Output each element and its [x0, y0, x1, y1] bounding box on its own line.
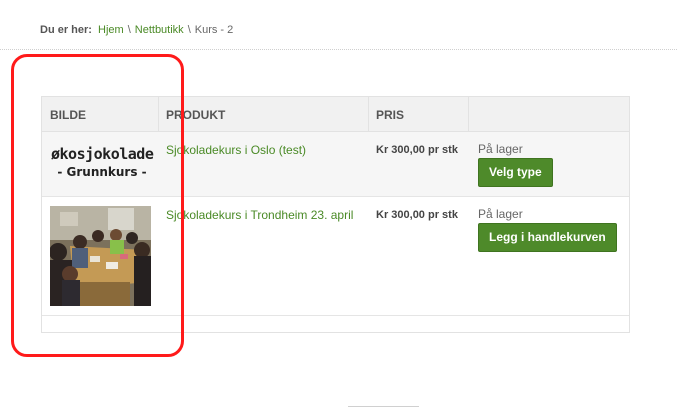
breadcrumb: Du er her: Hjem \ Nettbutikk \ Kurs - 2 [40, 24, 233, 36]
add-to-cart-button[interactable]: Legg i handlekurven [478, 223, 617, 252]
column-header-price: PRIS [376, 108, 405, 122]
choose-type-button[interactable]: Velg type [478, 158, 553, 187]
breadcrumb-link-home[interactable]: Hjem [98, 24, 124, 36]
breadcrumb-link-shop[interactable]: Nettbutikk [135, 24, 184, 36]
product-link[interactable]: Sjokoladekurs i Oslo (test) [166, 143, 306, 157]
stock-status: På lager [478, 207, 523, 221]
red-highlight-annotation [11, 54, 184, 357]
breadcrumb-separator: \ [187, 24, 191, 36]
breadcrumb-current: Kurs - 2 [194, 24, 234, 36]
breadcrumb-label: Du er her: [40, 24, 92, 36]
product-link[interactable]: Sjokoladekurs i Trondheim 23. april [166, 208, 353, 222]
product-price: Kr 300,00 pr stk [376, 209, 458, 221]
breadcrumb-separator: \ [127, 24, 131, 36]
divider [0, 49, 677, 50]
product-price: Kr 300,00 pr stk [376, 144, 458, 156]
stock-status: På lager [478, 142, 523, 156]
